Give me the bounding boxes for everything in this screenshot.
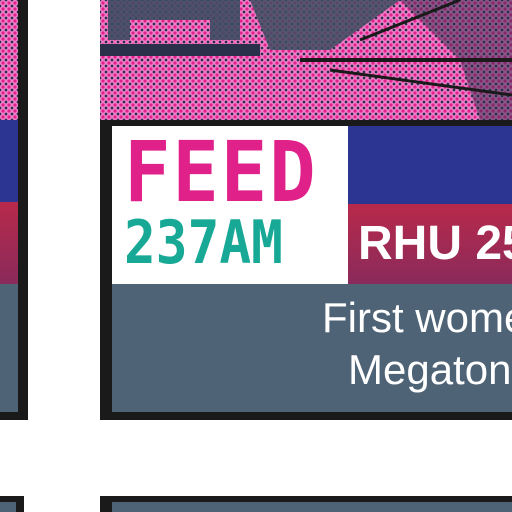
description-line-2: Megaton <box>348 346 512 393</box>
panel-gutter <box>28 0 100 512</box>
bottom-left-panel-fill <box>0 502 16 512</box>
left-panel-halftone-art <box>0 0 18 120</box>
description-area: First wome Megaton <box>112 284 512 412</box>
left-panel-blue-band <box>0 120 18 202</box>
description-line-1: First wome <box>322 294 512 341</box>
left-panel-gray-band <box>0 284 18 412</box>
feed-logo-box: FEED 237AM <box>112 126 348 284</box>
logo-time-text: 237AM <box>124 208 283 278</box>
blue-header-bar <box>348 126 512 204</box>
left-comic-panel <box>0 0 28 420</box>
red-code-bar: RHU 25 <box>348 204 512 284</box>
banner-code-text: RHU 25 <box>358 217 512 270</box>
left-panel-red-band <box>0 202 18 284</box>
bottom-left-panel <box>0 496 24 512</box>
illustration-shapes <box>100 0 512 120</box>
main-comic-panel[interactable]: FEED 237AM RHU 25 First wome Megaton <box>100 0 512 420</box>
bottom-main-panel-fill <box>112 502 512 512</box>
bottom-main-panel <box>100 496 512 512</box>
halftone-illustration <box>100 0 512 120</box>
logo-feed-text: FEED <box>124 123 318 221</box>
